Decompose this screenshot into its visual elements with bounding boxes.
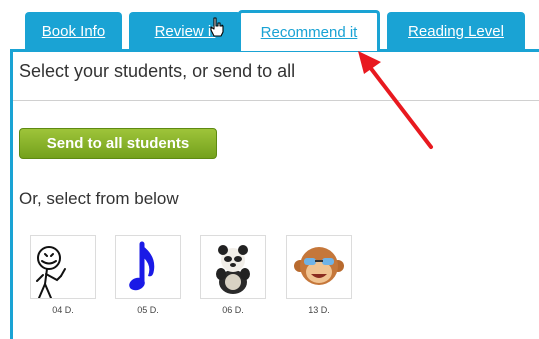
tab-book-info-label: Book Info xyxy=(41,22,106,40)
tab-reading-level[interactable]: Reading Level xyxy=(387,12,525,50)
tab-recommend-it-label: Recommend it xyxy=(260,23,358,41)
tab-review-it-label: Review it xyxy=(154,22,216,40)
hand-cursor-icon xyxy=(210,17,224,37)
tab-reading-level-label: Reading Level xyxy=(408,22,504,40)
tab-bar: Book Info Review it Recommend it Reading… xyxy=(0,0,539,51)
tab-book-info[interactable]: Book Info xyxy=(25,12,122,50)
recommend-panel xyxy=(10,49,539,339)
tab-recommend-it[interactable]: Recommend it xyxy=(238,10,380,51)
